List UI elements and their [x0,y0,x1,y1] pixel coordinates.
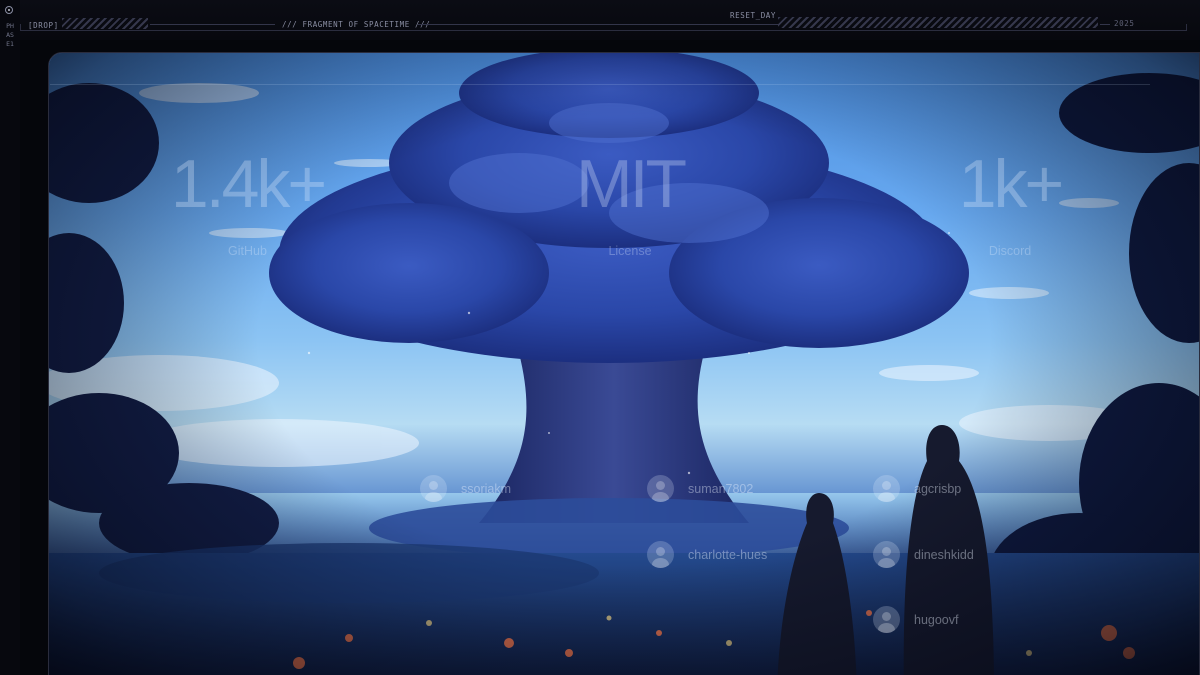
hud-rule-right [1100,24,1110,25]
contributor-item[interactable]: suman7802 [647,475,753,502]
hud-rule-left [150,24,275,25]
hud-stripes-right [778,17,1098,28]
contributor-name: agcrisbp [914,481,962,496]
hud-rule-mid [418,24,778,25]
stat-license-value: MIT [575,146,687,222]
contributor-name: suman7802 [688,481,754,496]
reset-day-label[interactable]: RESET_DAY [730,11,776,20]
stat-license-label: License [608,244,652,258]
avatar [420,475,447,502]
avatar [647,475,674,502]
avatar [873,475,900,502]
page: [DROP] /// FRAGMENT OF SPACETIME /// RES… [0,0,1200,675]
stats-divider [50,84,1150,85]
avatar [873,541,900,568]
stat-license[interactable]: MIT License [560,150,700,258]
top-hud-bar: [DROP] /// FRAGMENT OF SPACETIME /// RES… [0,0,1200,40]
contributor-item[interactable]: ssoriakm [420,475,511,502]
avatar [647,541,674,568]
contributor-name: charlotte-hues [688,547,768,562]
phase-label: PHASE1 [6,22,14,48]
contributor-item[interactable]: charlotte-hues [647,541,767,568]
stat-github-value: 1.4k+ [170,146,327,222]
target-icon[interactable] [5,6,13,14]
hud-stripes-left [62,18,148,29]
contributor-item[interactable]: dineshkidd [873,541,974,568]
contributor-item[interactable]: agcrisbp [873,475,961,502]
stat-github-label: GitHub [228,244,267,258]
fragment-label: /// FRAGMENT OF SPACETIME /// [282,20,431,29]
contributor-item[interactable]: hugoovf [873,606,958,633]
drop-tag[interactable]: [DROP] [28,21,59,30]
stat-discord-label: Discord [988,244,1032,258]
stat-discord[interactable]: 1k+ Discord [935,150,1085,258]
contributor-name: ssoriakm [461,481,512,496]
stat-discord-value: 1k+ [958,146,1065,222]
year-label: 2025 [1114,19,1135,28]
avatar [873,606,900,633]
contributor-name: dineshkidd [914,547,974,562]
left-rail: PHASE1 [0,0,20,675]
stat-github[interactable]: 1.4k+ GitHub [170,146,327,258]
contributor-name: hugoovf [914,612,959,627]
